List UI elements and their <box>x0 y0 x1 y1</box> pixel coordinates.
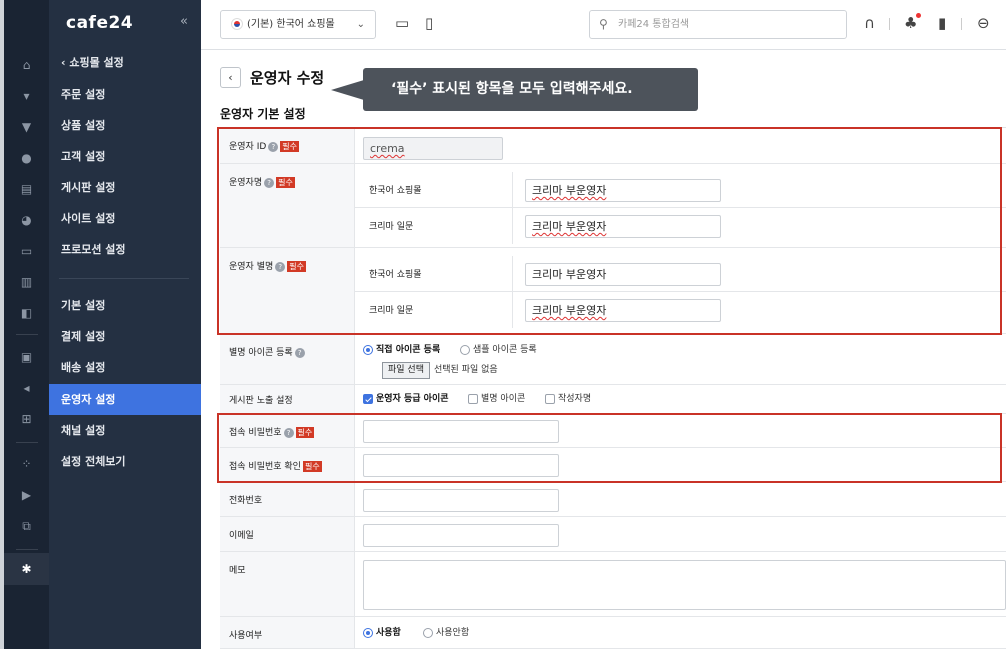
menu-item-order[interactable]: 주문 설정 <box>49 79 201 110</box>
board-icon[interactable]: ▤ <box>4 182 49 196</box>
bookmark-icon[interactable]: ▮ <box>938 14 946 32</box>
row-usage: 사용여부 사용함 사용안함 <box>220 617 1006 649</box>
store-icon[interactable]: ▣ <box>4 350 49 364</box>
row-label: 사용여부 <box>220 617 355 648</box>
store-select-value: (기본) 한국어 쇼핑몰 <box>247 19 335 30</box>
rail-divider <box>16 442 38 443</box>
top-header: (기본) 한국어 쇼핑몰 ⌄ ▭ ▯ ⚲ 카페24 통합검색 ∩ ♣ ▮ ⊖ <box>201 0 1006 50</box>
password-fields-highlight <box>217 413 1002 483</box>
checkbox-grade-icon[interactable]: 운영자 등급 아이콘 <box>363 393 449 405</box>
radio-custom-icon[interactable]: 직접 아이콘 등록 <box>363 344 440 356</box>
gear-icon[interactable]: ✱ <box>4 562 49 576</box>
section-title: 운영자 기본 설정 <box>220 107 306 121</box>
row-board-display: 게시판 노출 설정 운영자 등급 아이콘 별명 아이콘 작성자명 <box>220 385 1006 414</box>
row-alias-icon: 별명 아이콘 등록? 직접 아이콘 등록 샘플 아이콘 등록 파일 선택 선택된… <box>220 334 1006 385</box>
row-phone: 전화번호 <box>220 482 1006 517</box>
folder-play-icon[interactable]: ▶ <box>4 488 49 502</box>
chevron-down-icon: ⌄ <box>356 19 365 30</box>
menu-item-payment[interactable]: 결제 설정 <box>49 321 201 352</box>
back-to-mall-settings[interactable]: ‹ 쇼핑몰 설정 <box>49 47 201 78</box>
radio-sample-icon[interactable]: 샘플 아이콘 등록 <box>460 344 537 356</box>
checkbox-writer-name[interactable]: 작성자명 <box>545 393 591 405</box>
help-icon[interactable]: ? <box>294 347 305 358</box>
radio-unchecked-icon <box>423 627 433 638</box>
store-select[interactable]: (기본) 한국어 쇼핑몰 ⌄ <box>220 10 376 39</box>
account-icon[interactable]: ⊖ <box>977 14 990 32</box>
menu-item-promotion[interactable]: 프로모션 설정 <box>49 234 201 265</box>
menu-item-product[interactable]: 상품 설정 <box>49 110 201 141</box>
shirt-icon[interactable]: ▼ <box>4 120 49 134</box>
rail-divider <box>16 549 38 550</box>
desktop-icon[interactable]: ▭ <box>395 14 409 32</box>
radio-use[interactable]: 사용함 <box>363 627 401 639</box>
tooltip-arrow <box>331 80 364 100</box>
plus-store-icon[interactable]: ⊞ <box>4 412 49 426</box>
file-select-button[interactable]: 파일 선택 <box>382 362 430 379</box>
checkbox-unchecked-icon <box>545 393 555 404</box>
korea-flag-icon <box>231 18 243 30</box>
palette-icon[interactable]: ◕ <box>4 213 49 227</box>
email-input[interactable] <box>363 524 559 547</box>
menu-item-operator[interactable]: 운영자 설정 <box>49 384 201 415</box>
cart-icon[interactable]: ▾ <box>4 89 49 103</box>
search-placeholder: 카페24 통합검색 <box>618 19 690 30</box>
checkbox-checked-icon <box>363 393 373 404</box>
copy-icon[interactable]: ⧉ <box>4 519 49 533</box>
row-email: 이메일 <box>220 517 1006 552</box>
megaphone-icon[interactable]: ◂ <box>4 381 49 395</box>
checkbox-alias-icon[interactable]: 별명 아이콘 <box>468 393 525 405</box>
stats-icon[interactable]: ▥ <box>4 275 49 289</box>
search-icon: ⚲ <box>599 17 608 31</box>
headset-icon[interactable]: ∩ <box>864 14 875 32</box>
radio-checked-icon <box>363 627 373 638</box>
file-status: 선택된 파일 없음 <box>434 365 498 375</box>
menu-item-all[interactable]: 설정 전체보기 <box>49 446 201 477</box>
grid-add-icon[interactable]: ⁘ <box>4 457 49 471</box>
menu-item-basic[interactable]: 기본 설정 <box>49 290 201 321</box>
main-content: ‹ 운영자 수정 ‘필수’ 표시된 항목을 모두 입력해주세요. 운영자 기본 … <box>201 51 1006 649</box>
menu-item-channel[interactable]: 채널 설정 <box>49 415 201 446</box>
row-label: 이메일 <box>220 517 355 551</box>
icon-rail: ⌂ ▾ ▼ ● ▤ ◕ ▭ ▥ ◧ ▣ ◂ ⊞ ⁘ ▶ ⧉ ✱ <box>4 0 49 649</box>
mobile-icon[interactable]: ▯ <box>425 14 433 32</box>
menu-item-board[interactable]: 게시판 설정 <box>49 172 201 203</box>
required-fields-highlight <box>217 127 1002 335</box>
required-tooltip: ‘필수’ 표시된 항목을 모두 입력해주세요. <box>363 68 698 111</box>
memo-textarea[interactable] <box>363 560 1006 610</box>
rail-divider <box>16 334 38 335</box>
radio-unuse[interactable]: 사용안함 <box>423 627 469 639</box>
row-label: 전화번호 <box>220 482 355 516</box>
settings-menu: cafe24 « ‹ 쇼핑몰 설정 주문 설정 상품 설정 고객 설정 게시판 … <box>49 0 201 649</box>
row-memo: 메모 <box>220 552 1006 617</box>
radio-unchecked-icon <box>460 344 470 355</box>
row-label: 게시판 노출 설정 <box>220 385 355 413</box>
app-icon[interactable]: ◧ <box>4 306 49 320</box>
phone-input[interactable] <box>363 489 559 512</box>
cafe24-logo[interactable]: cafe24 <box>66 13 133 33</box>
menu-item-customer[interactable]: 고객 설정 <box>49 141 201 172</box>
header-divider <box>961 18 962 30</box>
header-divider <box>889 18 890 30</box>
menu-item-shipping[interactable]: 배송 설정 <box>49 352 201 383</box>
menu-item-site[interactable]: 사이트 설정 <box>49 203 201 234</box>
row-label: 메모 <box>220 552 355 616</box>
app-window: ⌂ ▾ ▼ ● ▤ ◕ ▭ ▥ ◧ ▣ ◂ ⊞ ⁘ ▶ ⧉ ✱ cafe24 «… <box>0 0 1006 649</box>
page-title: 운영자 수정 <box>250 69 325 87</box>
row-label: 별명 아이콘 등록? <box>220 334 355 384</box>
menu-divider <box>59 278 189 279</box>
user-icon[interactable]: ● <box>4 151 49 165</box>
home-icon[interactable]: ⌂ <box>4 58 49 72</box>
notification-dot <box>916 13 921 18</box>
search-input[interactable]: ⚲ 카페24 통합검색 <box>589 10 847 39</box>
radio-checked-icon <box>363 344 373 355</box>
checkbox-unchecked-icon <box>468 393 478 404</box>
promo-icon[interactable]: ▭ <box>4 244 49 258</box>
collapse-icon[interactable]: « <box>180 14 188 29</box>
back-button[interactable]: ‹ <box>220 67 241 88</box>
